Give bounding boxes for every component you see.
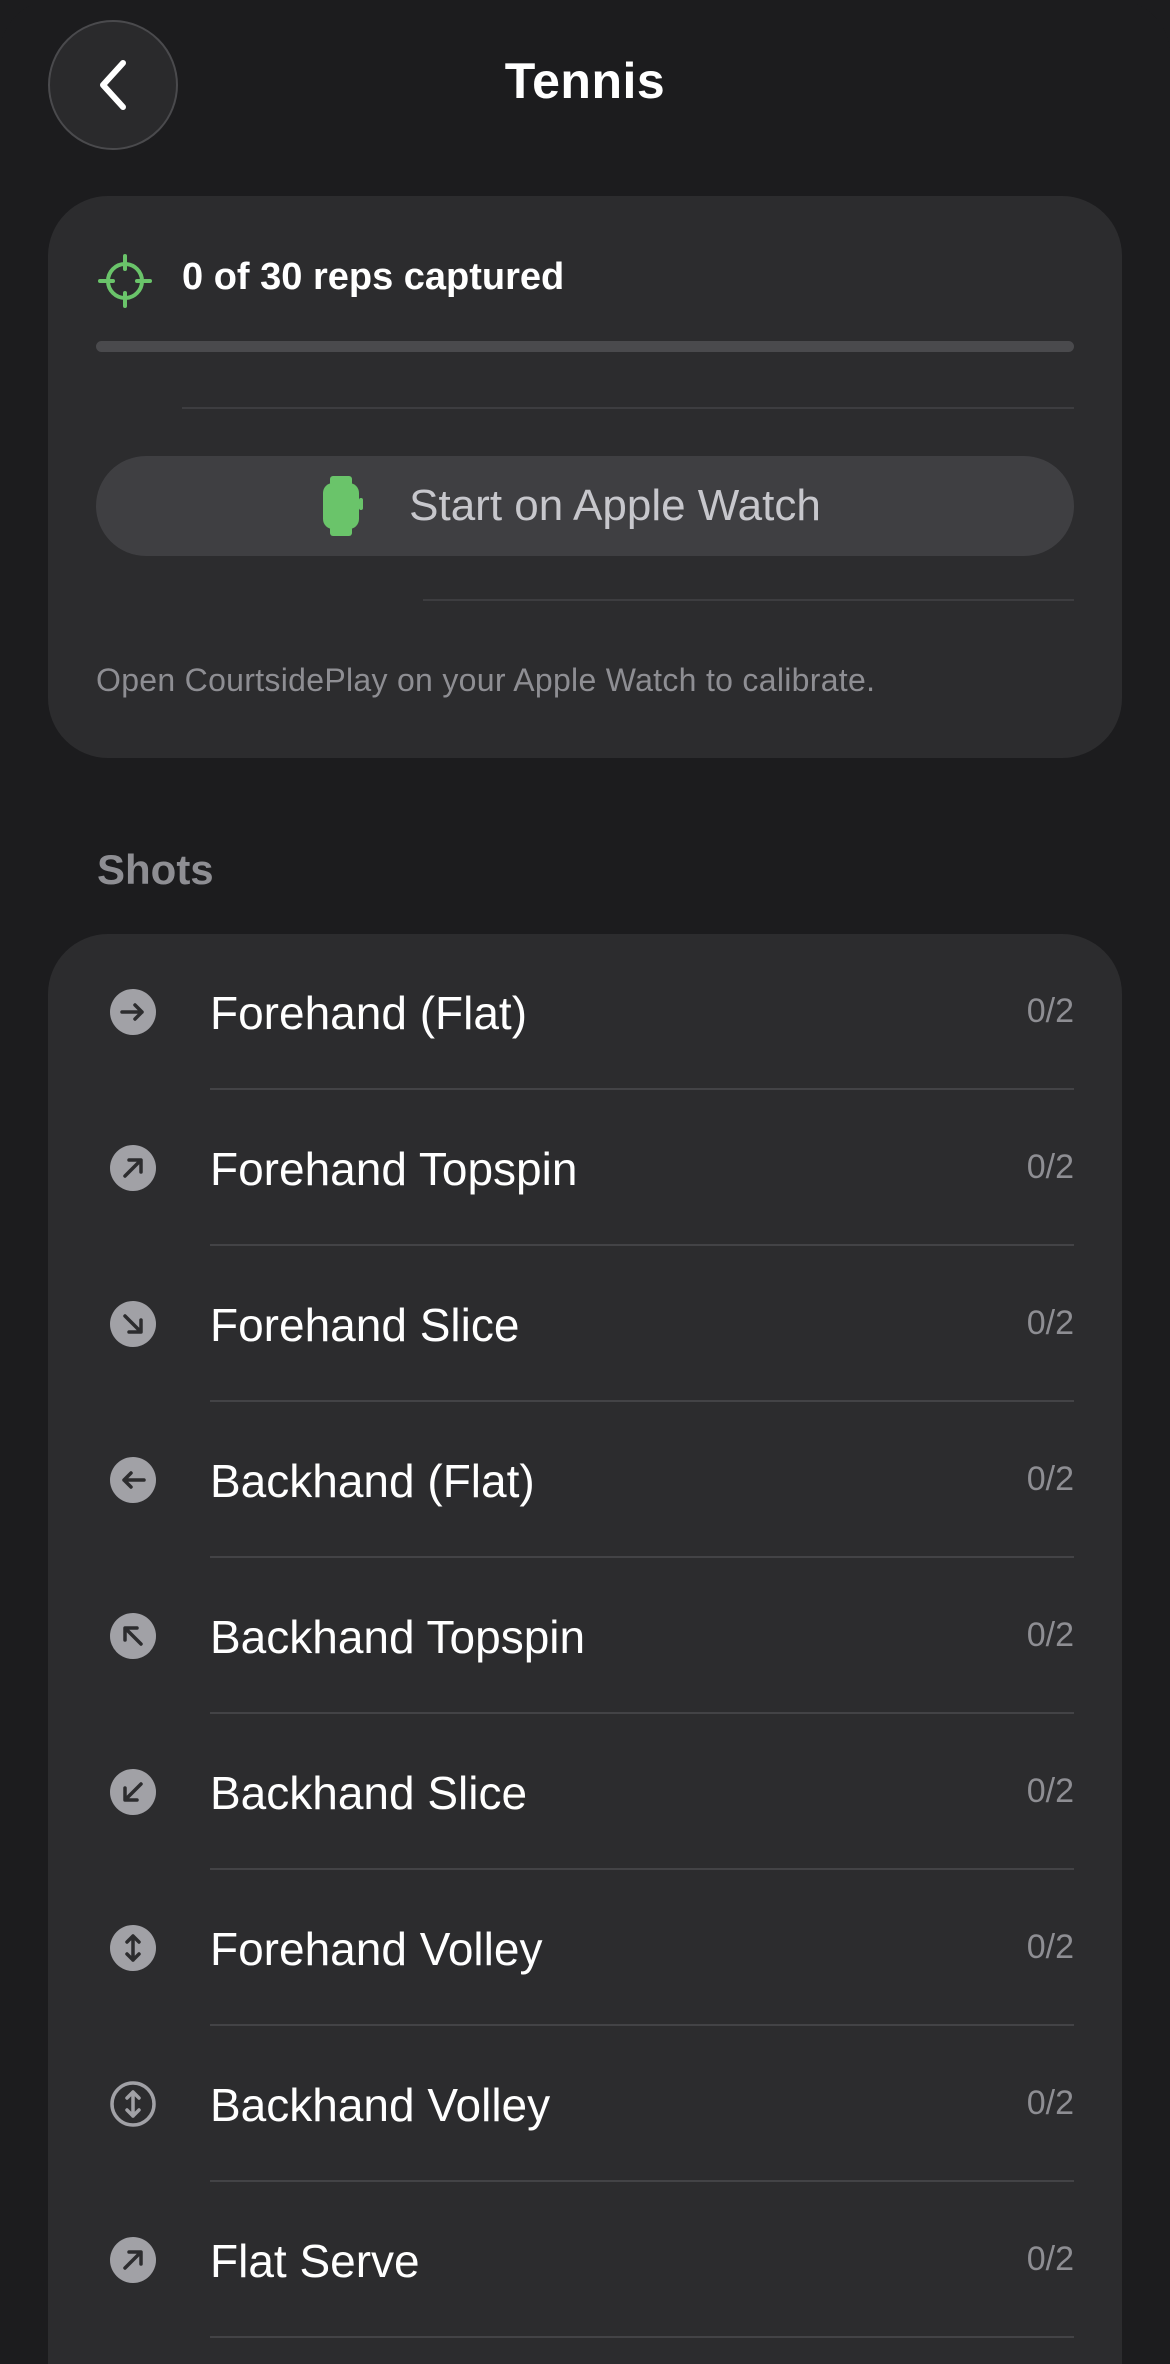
- arrow-up-left-circle-icon: [110, 1613, 156, 1659]
- shot-row-forehand-topspin[interactable]: Forehand Topspin 0/2: [48, 1090, 1122, 1246]
- shot-label: Backhand Topspin: [210, 1611, 586, 1663]
- calibration-progress-card: 0 of 30 reps captured Start on Apple Wat…: [48, 196, 1122, 758]
- shot-row-forehand-flat[interactable]: Forehand (Flat) 0/2: [48, 934, 1122, 1090]
- arrow-right-circle-icon: [110, 989, 156, 1035]
- shot-label: Forehand Volley: [210, 1923, 543, 1975]
- shot-label: Forehand Topspin: [210, 1143, 578, 1195]
- divider: [210, 2336, 1074, 2338]
- calibration-hint: Open CourtsidePlay on your Apple Watch t…: [96, 662, 876, 698]
- shot-count: 0/2: [1026, 992, 1074, 1030]
- divider: [182, 407, 1074, 409]
- shot-row-backhand-volley[interactable]: Backhand Volley 0/2: [48, 2026, 1122, 2182]
- shot-label: Backhand (Flat): [210, 1455, 535, 1507]
- shot-count: 0/2: [1026, 1304, 1074, 1342]
- shot-row-backhand-slice[interactable]: Backhand Slice 0/2: [48, 1714, 1122, 1870]
- shot-label: Backhand Slice: [210, 1767, 528, 1819]
- divider: [423, 599, 1074, 601]
- start-on-apple-watch-label: Start on Apple Watch: [409, 481, 821, 530]
- nav-header: Tennis: [0, 0, 1170, 180]
- reps-progress-bar: [96, 341, 1074, 352]
- reps-captured-text: 0 of 30 reps captured: [182, 256, 565, 298]
- shot-count: 0/2: [1026, 1928, 1074, 1966]
- shot-count: 0/2: [1026, 1148, 1074, 1186]
- shot-row-backhand-topspin[interactable]: Backhand Topspin 0/2: [48, 1558, 1122, 1714]
- arrow-up-right-circle-icon: [110, 1145, 156, 1191]
- arrow-up-down-circle-outline-icon: [110, 2081, 156, 2127]
- shot-count: 0/2: [1026, 2240, 1074, 2278]
- shot-count: 0/2: [1026, 2084, 1074, 2122]
- shot-count: 0/2: [1026, 1616, 1074, 1654]
- crosshair-icon: [98, 254, 152, 308]
- shot-row-backhand-flat[interactable]: Backhand (Flat) 0/2: [48, 1402, 1122, 1558]
- arrow-left-circle-icon: [110, 1457, 156, 1503]
- shot-label: Forehand Slice: [210, 1299, 520, 1351]
- arrow-up-right-circle-icon: [110, 2237, 156, 2283]
- shot-row-forehand-slice[interactable]: Forehand Slice 0/2: [48, 1246, 1122, 1402]
- shot-label: Flat Serve: [210, 2235, 420, 2287]
- shot-row-forehand-volley[interactable]: Forehand Volley 0/2: [48, 1870, 1122, 2026]
- shots-list: Forehand (Flat) 0/2 Forehand Topspin 0/2…: [48, 934, 1122, 2364]
- page-title: Tennis: [504, 53, 666, 109]
- shot-row-flat-serve[interactable]: Flat Serve 0/2: [48, 2182, 1122, 2338]
- tennis-calibration-screen: Tennis 0 of 30 reps captured Start on Ap…: [0, 0, 1170, 2364]
- arrow-up-down-circle-icon: [110, 1925, 156, 1971]
- shot-label: Backhand Volley: [210, 2079, 551, 2131]
- shot-count: 0/2: [1026, 1772, 1074, 1810]
- shot-label: Forehand (Flat): [210, 987, 528, 1039]
- start-on-apple-watch-button[interactable]: Start on Apple Watch: [96, 456, 1074, 556]
- shots-section-header: Shots: [97, 846, 214, 893]
- shot-count: 0/2: [1026, 1460, 1074, 1498]
- arrow-down-right-circle-icon: [110, 1301, 156, 1347]
- arrow-down-left-circle-icon: [110, 1769, 156, 1815]
